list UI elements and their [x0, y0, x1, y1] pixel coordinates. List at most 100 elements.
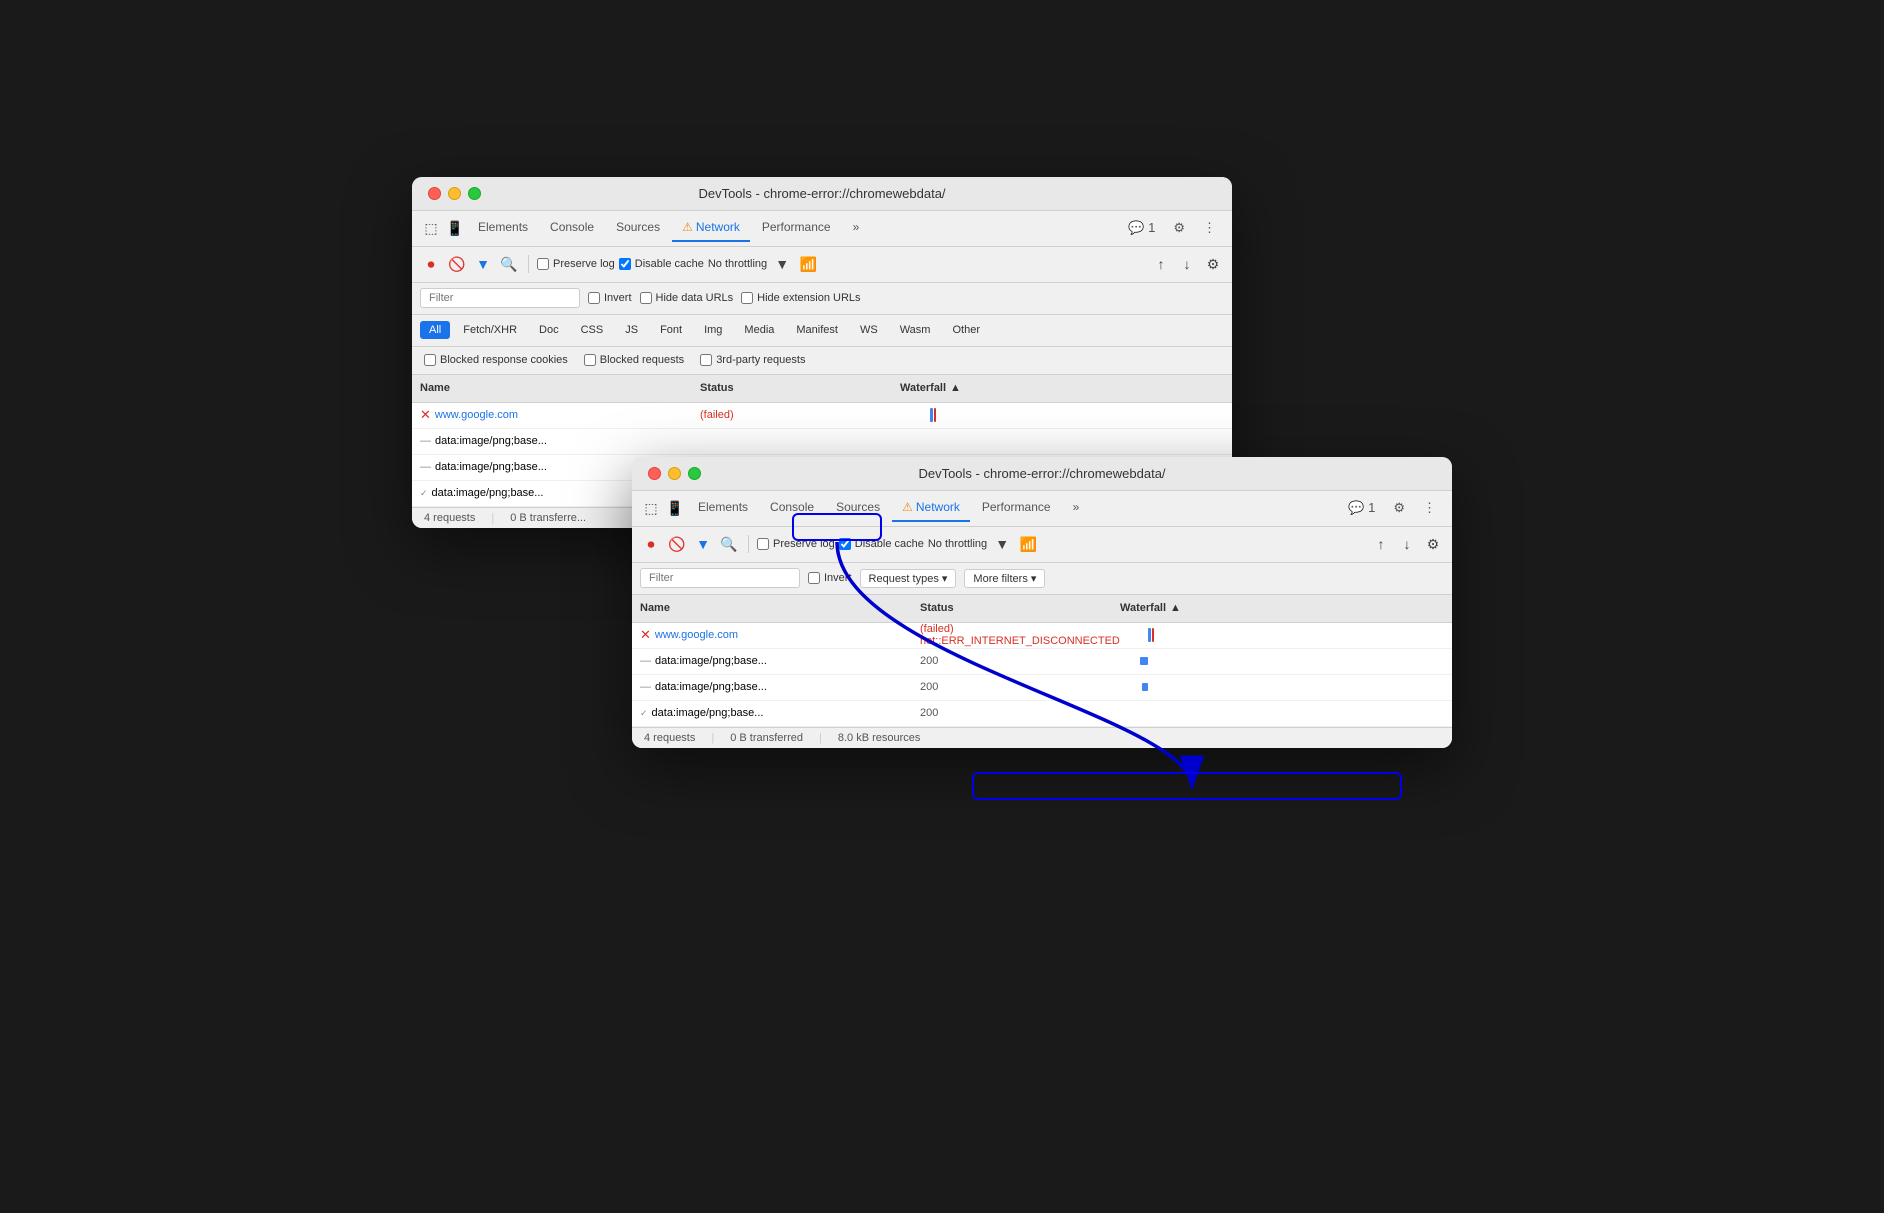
- col-waterfall-header-1[interactable]: Waterfall ▲: [900, 382, 1224, 394]
- row-name-1-1: — data:image/png;base...: [420, 435, 700, 447]
- download-icon-1[interactable]: ↓: [1176, 253, 1198, 275]
- cursor-icon-2[interactable]: ⬚: [640, 497, 662, 519]
- table-row[interactable]: ✕ www.google.com (failed): [412, 403, 1232, 429]
- tab-console-1[interactable]: Console: [540, 214, 604, 242]
- preserve-log-label-1[interactable]: Preserve log: [537, 258, 615, 270]
- tab-more-2[interactable]: »: [1063, 494, 1090, 522]
- invert-checkbox-1[interactable]: [588, 292, 600, 304]
- cursor-icon[interactable]: ⬚: [420, 217, 442, 239]
- col-name-header-2[interactable]: Name: [640, 602, 920, 614]
- hide-data-label-1[interactable]: Hide data URLs: [640, 292, 734, 304]
- type-wasm-1[interactable]: Wasm: [891, 321, 940, 339]
- maximize-button-2[interactable]: [688, 467, 701, 480]
- invert-label-2[interactable]: Invert: [808, 572, 852, 584]
- upload-icon-2[interactable]: ↑: [1370, 533, 1392, 555]
- filter-btn-1[interactable]: ▼: [472, 253, 494, 275]
- wifi-icon-2[interactable]: 📶: [1017, 533, 1039, 555]
- mobile-icon-2[interactable]: 📱: [664, 497, 686, 519]
- blocked-resp-label-1[interactable]: Blocked response cookies: [424, 354, 568, 366]
- throttle-dropdown-2[interactable]: ▼: [991, 533, 1013, 555]
- type-css-1[interactable]: CSS: [572, 321, 613, 339]
- third-party-checkbox-1[interactable]: [700, 354, 712, 366]
- blocked-req-checkbox-1[interactable]: [584, 354, 596, 366]
- blocked-resp-checkbox-1[interactable]: [424, 354, 436, 366]
- mobile-icon[interactable]: 📱: [444, 217, 466, 239]
- col-waterfall-header-2[interactable]: Waterfall ▲: [1120, 602, 1444, 614]
- tab-network-1[interactable]: ⚠Network: [672, 214, 750, 242]
- filter-btn-2[interactable]: ▼: [692, 533, 714, 555]
- table-row[interactable]: — data:image/png;base... 200: [632, 649, 1452, 675]
- preserve-log-checkbox-2[interactable]: [757, 538, 769, 550]
- type-img-1[interactable]: Img: [695, 321, 731, 339]
- minimize-button-2[interactable]: [668, 467, 681, 480]
- clear-btn-2[interactable]: 🚫: [666, 533, 688, 555]
- invert-checkbox-2[interactable]: [808, 572, 820, 584]
- clear-btn-1[interactable]: 🚫: [446, 253, 468, 275]
- tab-elements-1[interactable]: Elements: [468, 214, 538, 242]
- maximize-button-1[interactable]: [468, 187, 481, 200]
- disable-cache-checkbox-2[interactable]: [839, 538, 851, 550]
- search-btn-2[interactable]: 🔍: [718, 533, 740, 555]
- tab-console-2[interactable]: Console: [760, 494, 824, 522]
- table-row[interactable]: ✕ www.google.com (failed) net::ERR_INTER…: [632, 623, 1452, 649]
- filter-input-2[interactable]: [640, 568, 800, 588]
- tab-more-1[interactable]: »: [843, 214, 870, 242]
- download-icon-2[interactable]: ↓: [1396, 533, 1418, 555]
- type-fetchxhr-1[interactable]: Fetch/XHR: [454, 321, 526, 339]
- col-status-header-2[interactable]: Status: [920, 602, 1120, 614]
- tab-sources-2[interactable]: Sources: [826, 494, 890, 522]
- settings-icon-1[interactable]: ⚙: [1165, 214, 1193, 242]
- more-icon-1[interactable]: ⋮: [1195, 214, 1224, 242]
- tab-performance-2[interactable]: Performance: [972, 494, 1061, 522]
- close-button-1[interactable]: [428, 187, 441, 200]
- table-row[interactable]: ✓ data:image/png;base... 200: [632, 701, 1452, 727]
- request-types-btn-2[interactable]: Request types ▾: [860, 569, 957, 588]
- record-btn-2[interactable]: ⏺: [640, 533, 662, 555]
- upload-icon-1[interactable]: ↑: [1150, 253, 1172, 275]
- invert-label-1[interactable]: Invert: [588, 292, 632, 304]
- type-manifest-1[interactable]: Manifest: [787, 321, 847, 339]
- tab-network-2[interactable]: ⚠Network: [892, 494, 970, 522]
- type-all-1[interactable]: All: [420, 321, 450, 339]
- chat-icon-1[interactable]: 💬 1: [1120, 214, 1163, 242]
- more-icon-2[interactable]: ⋮: [1415, 494, 1444, 522]
- tab-sources-1[interactable]: Sources: [606, 214, 670, 242]
- col-status-header-1[interactable]: Status: [700, 382, 900, 394]
- table-row[interactable]: — data:image/png;base...: [412, 429, 1232, 455]
- throttle-dropdown-1[interactable]: ▼: [771, 253, 793, 275]
- type-other-1[interactable]: Other: [943, 321, 989, 339]
- type-ws-1[interactable]: WS: [851, 321, 887, 339]
- record-btn-1[interactable]: ⏺: [420, 253, 442, 275]
- type-media-1[interactable]: Media: [735, 321, 783, 339]
- settings2-icon-2[interactable]: ⚙: [1422, 533, 1444, 555]
- hide-ext-label-1[interactable]: Hide extension URLs: [741, 292, 860, 304]
- tab-performance-1[interactable]: Performance: [752, 214, 841, 242]
- third-party-label-1[interactable]: 3rd-party requests: [700, 354, 805, 366]
- disable-cache-checkbox-1[interactable]: [619, 258, 631, 270]
- tab-elements-2[interactable]: Elements: [688, 494, 758, 522]
- hide-data-checkbox-1[interactable]: [640, 292, 652, 304]
- preserve-log-checkbox-1[interactable]: [537, 258, 549, 270]
- chat-icon-2[interactable]: 💬 1: [1340, 494, 1383, 522]
- type-js-1[interactable]: JS: [616, 321, 647, 339]
- filter-input-1[interactable]: [420, 288, 580, 308]
- col-name-header-1[interactable]: Name: [420, 382, 700, 394]
- minimize-button-1[interactable]: [448, 187, 461, 200]
- blocked-req-label-1[interactable]: Blocked requests: [584, 354, 684, 366]
- more-filters-btn-2[interactable]: More filters ▾: [964, 569, 1045, 588]
- settings-icon-2[interactable]: ⚙: [1385, 494, 1413, 522]
- search-btn-1[interactable]: 🔍: [498, 253, 520, 275]
- type-font-1[interactable]: Font: [651, 321, 691, 339]
- disable-cache-label-1[interactable]: Disable cache: [619, 258, 704, 270]
- row-link-2-0[interactable]: www.google.com: [655, 629, 738, 641]
- preserve-log-label-2[interactable]: Preserve log: [757, 538, 835, 550]
- wifi-icon-1[interactable]: 📶: [797, 253, 819, 275]
- close-button-2[interactable]: [648, 467, 661, 480]
- disable-cache-label-2[interactable]: Disable cache: [839, 538, 924, 550]
- hide-ext-checkbox-1[interactable]: [741, 292, 753, 304]
- traffic-lights-1: [428, 187, 481, 200]
- table-row[interactable]: — data:image/png;base... 200: [632, 675, 1452, 701]
- type-doc-1[interactable]: Doc: [530, 321, 568, 339]
- settings2-icon-1[interactable]: ⚙: [1202, 253, 1224, 275]
- row-link-1-0[interactable]: www.google.com: [435, 409, 518, 421]
